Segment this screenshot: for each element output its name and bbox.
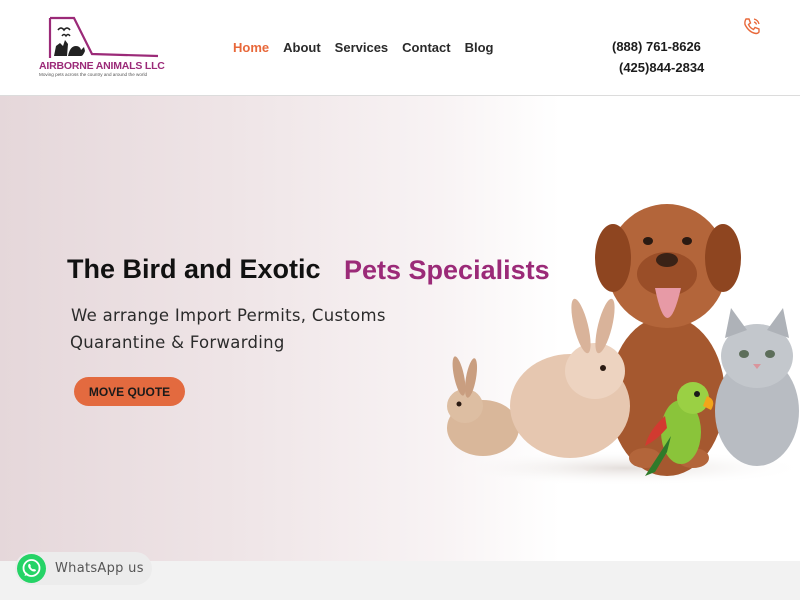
whatsapp-label: WhatsApp us <box>55 561 144 576</box>
brand-name: AIRBORNE ANIMALS LLC <box>39 60 165 72</box>
phone-number-primary[interactable]: (888) 761-8626 <box>612 39 701 54</box>
phone-number-secondary[interactable]: (425)844-2834 <box>619 60 704 75</box>
nav-item-contact[interactable]: Contact <box>402 40 450 55</box>
nav-item-services[interactable]: Services <box>335 40 389 55</box>
brand-tagline: Moving pets across the country and aroun… <box>39 72 148 77</box>
hero-subtitle-line-1: We arrange Import Permits, Customs <box>71 306 386 325</box>
pets-group-image <box>440 204 800 486</box>
nav-item-home[interactable]: Home <box>233 40 269 55</box>
nav-item-about[interactable]: About <box>283 40 321 55</box>
hero-title: The Bird and Exotic <box>67 254 321 284</box>
site-header: AIRBORNE ANIMALS LLC Moving pets across … <box>0 0 800 96</box>
main-nav: Home About Services Contact Blog <box>233 40 493 55</box>
whatsapp-button[interactable]: WhatsApp us <box>15 552 152 585</box>
move-quote-button[interactable]: MOVE QUOTE <box>74 377 185 406</box>
whatsapp-icon <box>17 554 46 583</box>
phone-icon[interactable] <box>742 16 762 36</box>
logo-graphic <box>48 16 159 58</box>
hero-subtitle: We arrange Import Permits, Customs Quara… <box>70 302 410 356</box>
nav-item-blog[interactable]: Blog <box>465 40 494 55</box>
hero-section: The Bird and Exotic Pets Specialists We … <box>0 96 800 561</box>
hero-subtitle-line-2: Quarantine & Forwarding <box>70 333 285 352</box>
brand-logo[interactable]: AIRBORNE ANIMALS LLC Moving pets across … <box>38 16 165 78</box>
